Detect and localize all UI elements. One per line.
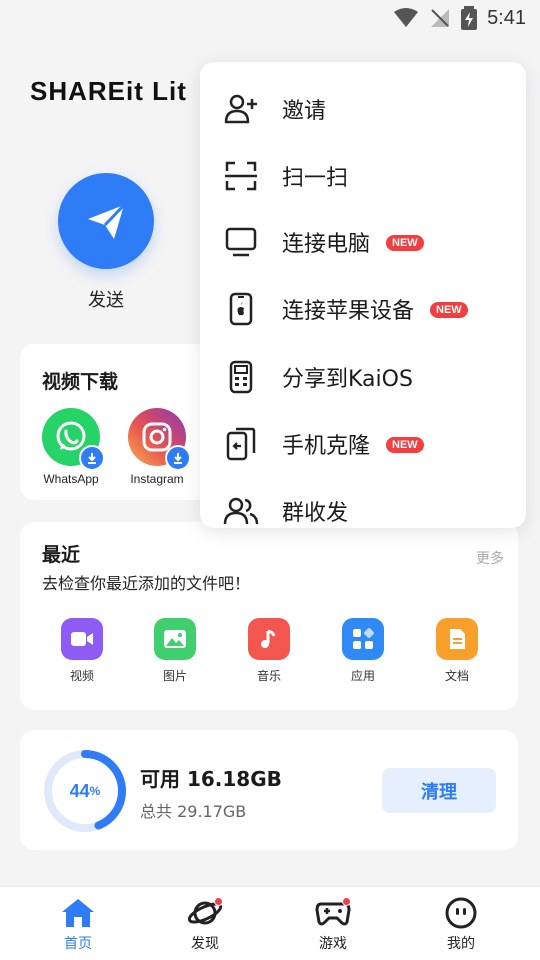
no-signal-icon — [431, 9, 450, 27]
menu-item-group[interactable]: 群收发 — [200, 478, 526, 544]
storage-total: 总共 29.17GB — [140, 802, 247, 821]
menu-label: 手机克隆 NEW — [282, 428, 424, 460]
instagram-label: Instagram — [130, 472, 184, 486]
category-image[interactable]: 图片 — [145, 618, 205, 684]
menu-label: 分享到KaiOS — [282, 367, 413, 392]
send-button[interactable] — [58, 173, 154, 269]
music-icon — [248, 618, 290, 660]
nav-label: 我的 — [447, 936, 475, 952]
battery-charging-icon — [461, 6, 478, 30]
whatsapp-button[interactable] — [42, 408, 105, 471]
apple-device-icon — [222, 290, 260, 328]
monitor-icon — [222, 223, 260, 261]
planet-icon — [185, 895, 225, 931]
home-icon — [58, 895, 98, 931]
recent-title: 最近 — [42, 544, 81, 566]
nav-discover[interactable]: 发现 — [160, 895, 250, 953]
add-user-icon — [222, 90, 260, 128]
category-music[interactable]: 音乐 — [239, 618, 299, 684]
instagram-button[interactable] — [128, 408, 191, 471]
category-video[interactable]: 视频 — [52, 618, 112, 684]
category-label: 图片 — [162, 669, 187, 683]
menu-label: 邀请 — [282, 99, 327, 124]
profile-icon — [441, 895, 481, 931]
menu-item-connect-apple[interactable]: 连接苹果设备 NEW — [200, 276, 526, 342]
app-logo: SHAREit Lit — [30, 76, 187, 106]
video-download-title: 视频下载 — [42, 371, 119, 393]
nav-profile[interactable]: 我的 — [416, 895, 506, 953]
gamepad-icon — [313, 895, 353, 931]
menu-label: 连接苹果设备 NEW — [282, 293, 468, 325]
menu-label: 连接电脑 NEW — [282, 226, 424, 258]
category-document[interactable]: 文档 — [427, 618, 487, 684]
category-label: 文档 — [444, 669, 469, 683]
nav-label: 首页 — [64, 936, 92, 952]
download-badge-icon — [79, 445, 105, 471]
storage-available: 可用 16.18GB — [140, 767, 282, 791]
category-apps[interactable]: 应用 — [333, 618, 393, 684]
popup-menu: 邀请 扫一扫 连接电脑 NEW 连接苹果设备 NEW 分享到KaiOS 手机克隆 NE… — [200, 62, 526, 528]
menu-item-invite[interactable]: 邀请 — [200, 76, 526, 142]
image-icon — [154, 618, 196, 660]
menu-label: 扫一扫 — [282, 166, 349, 191]
send-label: 发送 — [88, 290, 124, 311]
status-icons: 5:41 — [393, 6, 526, 30]
status-time: 5:41 — [487, 6, 526, 29]
phone-clone-icon — [222, 425, 260, 463]
storage-percent: 44% — [69, 780, 101, 801]
scan-icon — [222, 157, 260, 195]
download-badge-icon — [165, 445, 191, 471]
menu-item-phone-clone[interactable]: 手机克隆 NEW — [200, 411, 526, 477]
nav-label: 发现 — [191, 936, 219, 952]
nav-games[interactable]: 游戏 — [288, 895, 378, 953]
new-badge: NEW — [430, 302, 468, 318]
nav-home[interactable]: 首页 — [33, 895, 123, 953]
category-label: 音乐 — [256, 669, 281, 683]
video-download-card: 视频下载 WhatsApp Instagram — [20, 344, 210, 500]
notification-dot — [214, 897, 223, 906]
category-label: 应用 — [350, 669, 375, 683]
wifi-icon — [394, 8, 419, 27]
group-icon — [222, 492, 260, 530]
new-badge: NEW — [386, 437, 424, 453]
bottom-nav: 首页 发现 游戏 我的 — [0, 886, 540, 960]
category-label: 视频 — [69, 669, 94, 683]
menu-item-scan[interactable]: 扫一扫 — [200, 143, 526, 209]
recent-subtitle: 去检查你最近添加的文件吧！ — [42, 574, 251, 593]
status-bar: 5:41 — [0, 0, 540, 36]
nav-label: 游戏 — [319, 936, 347, 952]
clean-button[interactable]: 清理 — [382, 768, 496, 813]
notification-dot — [342, 897, 351, 906]
storage-card: 44% 可用 16.18GB 总共 29.17GB 清理 — [20, 730, 518, 850]
document-icon — [436, 618, 478, 660]
recent-more-link[interactable]: 更多 — [476, 548, 504, 568]
recent-card: 最近 去检查你最近添加的文件吧！ 更多 视频 图片 音乐 应用 文档 — [20, 522, 518, 710]
new-badge: NEW — [386, 235, 424, 251]
menu-item-kaios[interactable]: 分享到KaiOS — [200, 344, 526, 410]
whatsapp-label: WhatsApp — [43, 472, 99, 486]
menu-label: 群收发 — [282, 501, 349, 526]
apps-icon — [342, 618, 384, 660]
feature-phone-icon — [222, 358, 260, 396]
video-icon — [61, 618, 103, 660]
menu-item-connect-pc[interactable]: 连接电脑 NEW — [200, 209, 526, 275]
paper-plane-icon — [88, 203, 126, 239]
